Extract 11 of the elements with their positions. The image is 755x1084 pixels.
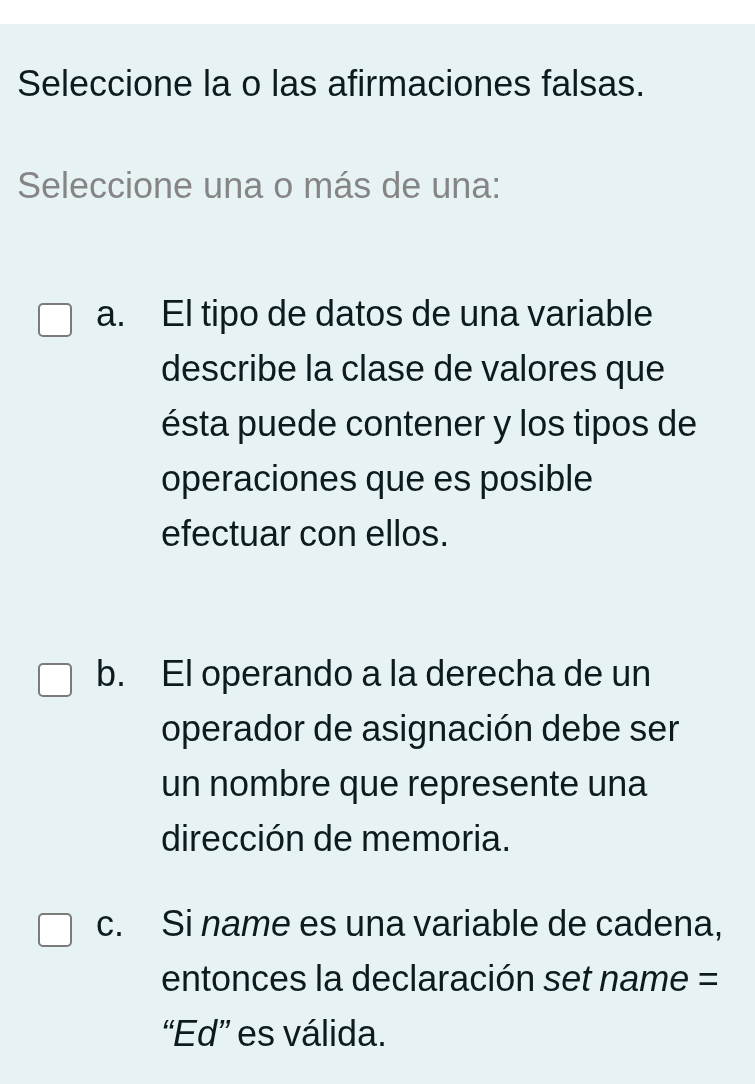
option-letter: a. <box>96 292 128 336</box>
checkbox[interactable] <box>38 303 72 337</box>
instruction-text: Seleccione una o más de una: <box>17 164 502 208</box>
option-text[interactable]: El operando a la derecha de un operador de asignación debe ser un nombre que represente una dirección de memoria. <box>161 646 725 866</box>
checkbox[interactable] <box>38 663 72 697</box>
option-text[interactable]: Si name es una variable de cadena, entonces la declaración set name = “Ed” es válida. <box>161 896 725 1061</box>
option-letter: c. <box>96 902 125 946</box>
question-title: Seleccione la o las afirmaciones falsas. <box>17 62 646 106</box>
option-letter: b. <box>96 652 128 696</box>
checkbox[interactable] <box>38 913 72 947</box>
option-text[interactable]: El tipo de datos de una variable describe la clase de valores que ésta puede contener y los tipos de operaciones que es posible efectuar con ellos. <box>161 286 725 561</box>
